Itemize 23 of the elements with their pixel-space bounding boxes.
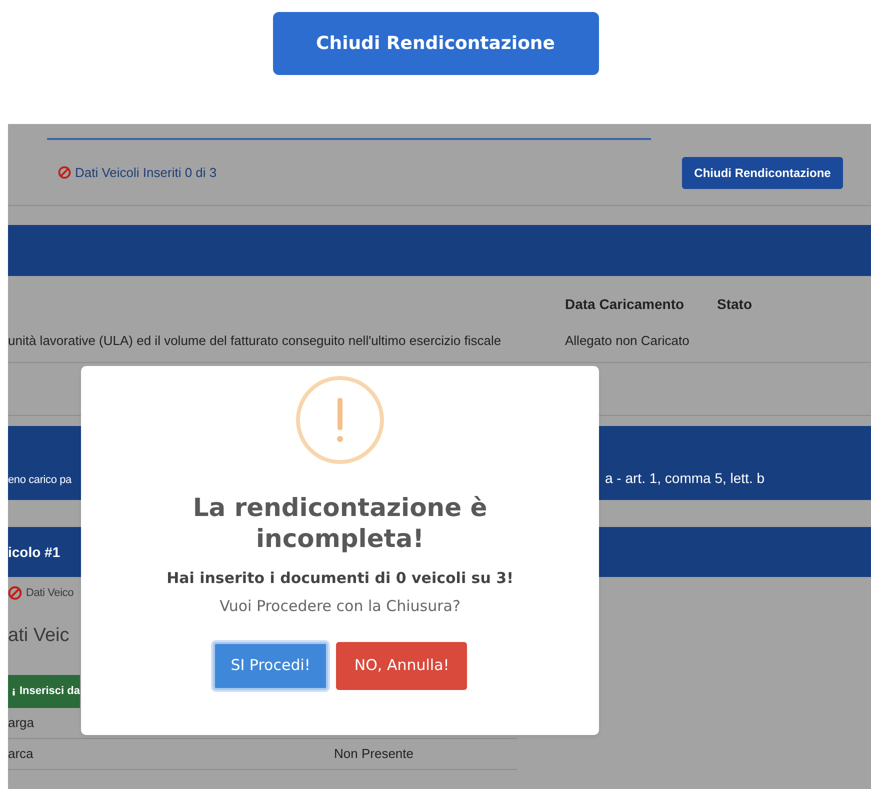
vehicle-header-text: icolo #1: [8, 542, 60, 562]
insert-data-button[interactable]: Inserisci da: [8, 675, 80, 708]
field-label: arca: [8, 746, 34, 762]
table-cell: unità lavorative (ULA) ed il volume del fatturato conseguito nell'ultimo esercizio fiscale: [8, 333, 502, 348]
close-report-button[interactable]: Chiudi Rendicontazione: [272, 12, 598, 75]
column-header: Data Caricamento: [565, 296, 684, 312]
section-header-text: a - art. 1, comma 5, lett. b: [605, 469, 765, 488]
dialog-message: Hai inserito i documenti di 0 veicoli su 3!: [166, 568, 514, 588]
cancel-button[interactable]: NO, Annulla!: [336, 642, 468, 690]
vehicle-status-text: Dati Veicoli Inseriti 0 di 3: [75, 164, 217, 182]
field-label: arga: [8, 715, 34, 730]
field-value: Non Presente: [334, 746, 414, 762]
vehicle-status-text: Dati Veico: [26, 586, 74, 601]
dialog-title: La rendicontazione è incompleta!: [192, 492, 488, 554]
column-header: Stato: [717, 296, 752, 312]
confirm-button[interactable]: SI Procedi!: [212, 642, 328, 690]
dialog-question: Vuoi Procedere con la Chiusura?: [218, 596, 462, 617]
close-report-button[interactable]: Chiudi Rendicontazione: [682, 156, 843, 188]
table-cell: Allegato non Caricato: [565, 333, 690, 348]
warning-icon: [296, 376, 384, 464]
section-header-text: eno carico pa: [8, 474, 72, 486]
section-title: ati Veic: [8, 625, 70, 646]
info-icon: [12, 686, 16, 696]
